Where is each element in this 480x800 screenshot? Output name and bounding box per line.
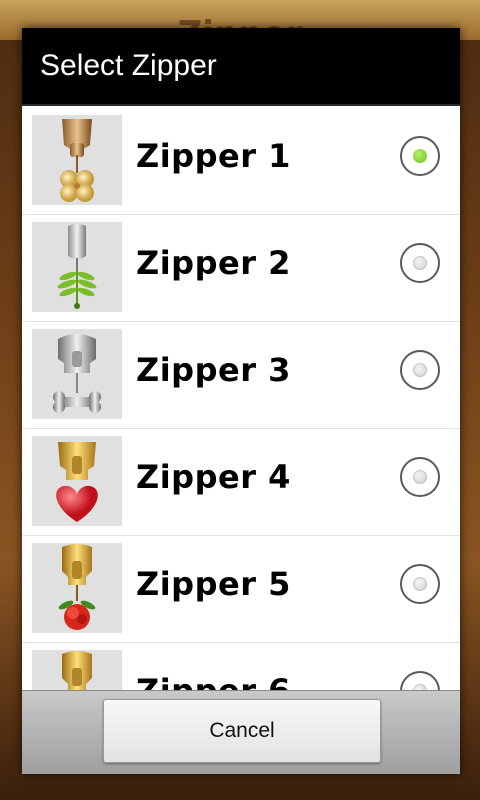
list-item-label: Zipper 6 xyxy=(136,672,291,690)
cancel-button[interactable]: Cancel xyxy=(103,699,381,763)
radio-indicator xyxy=(413,256,427,270)
list-item-label: Zipper 4 xyxy=(136,458,291,496)
radio-button[interactable] xyxy=(400,243,440,283)
radio-indicator xyxy=(413,470,427,484)
zipper-leaf-icon xyxy=(32,222,122,312)
list-item[interactable]: Zipper 6 xyxy=(22,643,460,690)
list-item[interactable]: Zipper 2 xyxy=(22,215,460,322)
list-item[interactable]: Zipper 4 xyxy=(22,429,460,536)
radio-indicator xyxy=(413,363,427,377)
list-item-label: Zipper 3 xyxy=(136,351,291,389)
zipper-clover-icon xyxy=(32,115,122,205)
radio-button[interactable] xyxy=(400,350,440,390)
list-item-label: Zipper 1 xyxy=(136,137,291,175)
dialog-title: Select Zipper xyxy=(40,49,217,82)
radio-indicator xyxy=(413,149,427,163)
list-item-label: Zipper 2 xyxy=(136,244,291,282)
zipper-rose-icon xyxy=(32,543,122,633)
dialog-footer: Cancel xyxy=(22,690,460,774)
radio-indicator xyxy=(413,577,427,591)
dialog-header: Select Zipper xyxy=(22,28,460,106)
zipper-bone-icon xyxy=(32,329,122,419)
radio-button[interactable] xyxy=(400,564,440,604)
select-zipper-dialog: Select Zipper Zipper 1 Zipper 2 Zipper 3… xyxy=(22,28,460,774)
list-item[interactable]: Zipper 3 xyxy=(22,322,460,429)
radio-button[interactable] xyxy=(400,671,440,690)
zipper-gold-icon xyxy=(32,650,122,690)
list-item[interactable]: Zipper 1 xyxy=(22,108,460,215)
radio-button[interactable] xyxy=(400,457,440,497)
radio-button[interactable] xyxy=(400,136,440,176)
list-item[interactable]: Zipper 5 xyxy=(22,536,460,643)
zipper-heart-icon xyxy=(32,436,122,526)
zipper-list[interactable]: Zipper 1 Zipper 2 Zipper 3 Zipper 4 Zipp… xyxy=(22,108,460,690)
list-item-label: Zipper 5 xyxy=(136,565,291,603)
